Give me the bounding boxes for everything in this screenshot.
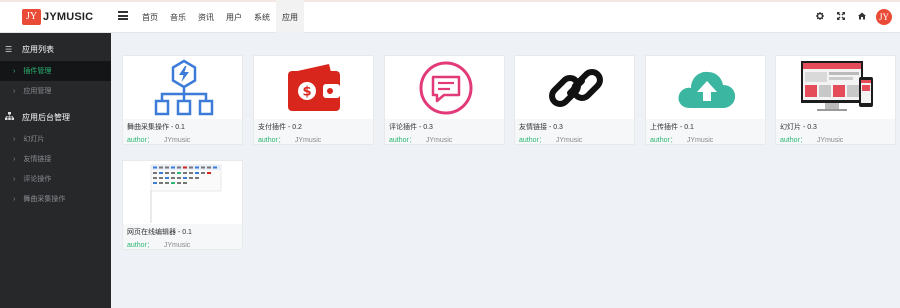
sidebar: ☰ 应用列表 › 插件管理 › 应用管理 应用后台管理 › 幻灯片 › 友情链接…: [0, 33, 111, 308]
nav-users[interactable]: 用户: [220, 0, 248, 33]
plugin-thumbnail: [123, 56, 242, 119]
plugin-thumbnail: [123, 161, 242, 224]
plugin-author: author： JYmusic: [650, 137, 714, 144]
plugin-title: 舞曲采集操作 - 0.1: [127, 124, 185, 131]
plugin-thumbnail: [776, 56, 895, 119]
sitemap-icon: [5, 112, 15, 122]
plugin-thumbnail: [646, 56, 765, 119]
chevron-right-icon: ›: [13, 175, 16, 183]
sidebar-item-label: 应用管理: [23, 88, 52, 95]
nav-system[interactable]: 系统: [248, 0, 276, 33]
plugin-author: author： JYmusic: [780, 137, 844, 144]
gear-icon[interactable]: [809, 12, 830, 22]
link-icon: [548, 68, 603, 107]
plugin-title: 上传插件 - 0.1: [650, 124, 694, 131]
sidebar-item-slideshow[interactable]: › 幻灯片: [0, 129, 111, 149]
plugin-card-friend-links[interactable]: 友情链接 - 0.3 author： JYmusic: [514, 55, 635, 145]
sidebar-group-app-list[interactable]: ☰ 应用列表: [0, 37, 111, 61]
plugin-title: 支付插件 - 0.2: [258, 124, 302, 131]
plugin-card-upload[interactable]: 上传插件 - 0.1 author： JYmusic: [645, 55, 766, 145]
logo-badge: JY: [22, 9, 41, 25]
plugin-author: author： JYmusic: [389, 137, 453, 144]
sidebar-item-label: 友情链接: [23, 156, 52, 163]
sitemap-lightning-icon: [154, 59, 213, 115]
plugin-info: 友情链接 - 0.3 author： JYmusic: [515, 119, 634, 144]
top-header: JY JYMUSIC 首页 音乐 资讯 用户 系统 应用 JY: [0, 0, 900, 33]
plugin-title: 网页在线编辑器 - 0.1: [127, 229, 192, 236]
list-icon: ☰: [5, 44, 13, 54]
sidebar-item-comments[interactable]: › 评论操作: [0, 169, 111, 189]
sidebar-item-label: 插件管理: [23, 68, 52, 75]
wallet-icon: $: [287, 63, 340, 111]
editor-preview-icon: [150, 164, 222, 223]
header-accent-line: [0, 0, 900, 2]
chevron-right-icon: ›: [13, 155, 16, 163]
plugin-card-dance-collect[interactable]: 舞曲采集操作 - 0.1 author： JYmusic: [122, 55, 243, 145]
chevron-right-icon: ›: [13, 135, 16, 143]
nav-music[interactable]: 音乐: [164, 0, 192, 33]
logo-text: JYMUSIC: [43, 11, 94, 23]
plugin-info: 上传插件 - 0.1 author： JYmusic: [646, 119, 765, 144]
nav-apps[interactable]: 应用: [276, 0, 304, 33]
plugin-author: author： JYmusic: [127, 242, 191, 249]
avatar[interactable]: JY: [876, 9, 892, 25]
plugin-info: 评论插件 - 0.3 author： JYmusic: [385, 119, 504, 144]
home-icon[interactable]: [851, 12, 872, 22]
plugin-info: 幻灯片 - 0.3 author： JYmusic: [776, 119, 895, 144]
plugin-card-payment[interactable]: $ 支付插件 - 0.2 author： JYmusic: [253, 55, 374, 145]
expand-icon[interactable]: [830, 12, 851, 22]
hamburger-menu-icon[interactable]: [118, 11, 128, 20]
plugin-card-comments[interactable]: 评论插件 - 0.3 author： JYmusic: [384, 55, 505, 145]
plugin-title: 友情链接 - 0.3: [519, 124, 563, 131]
plugin-author: author： JYmusic: [519, 137, 583, 144]
sidebar-item-label: 舞曲采集操作: [23, 196, 66, 203]
plugin-card-web-editor[interactable]: 网页在线编辑器 - 0.1 author： JYmusic: [122, 160, 243, 250]
nav-home[interactable]: 首页: [136, 0, 164, 33]
sidebar-item-label: 评论操作: [23, 176, 52, 183]
plugin-title: 评论插件 - 0.3: [389, 124, 433, 131]
cloud-upload-icon: [677, 71, 735, 108]
chevron-right-icon: ›: [13, 87, 16, 95]
plugin-author: author： JYmusic: [258, 137, 322, 144]
sidebar-item-app-manage[interactable]: › 应用管理: [0, 81, 111, 101]
plugin-info: 网页在线编辑器 - 0.1 author： JYmusic: [123, 224, 242, 249]
sidebar-item-dance-collect[interactable]: › 舞曲采集操作: [0, 189, 111, 209]
plugin-grid: 舞曲采集操作 - 0.1 author： JYmusic $ 支付插件 - 0.2…: [111, 33, 900, 308]
sidebar-item-friend-links[interactable]: › 友情链接: [0, 149, 111, 169]
plugin-card-slideshow[interactable]: 幻灯片 - 0.3 author： JYmusic: [775, 55, 896, 145]
sidebar-item-label: 幻灯片: [23, 136, 45, 143]
sidebar-group-label: 应用后台管理: [22, 112, 70, 122]
plugin-title: 幻灯片 - 0.3: [780, 124, 817, 131]
svg-text:$: $: [302, 84, 311, 99]
comment-icon: [419, 61, 472, 114]
plugin-thumbnail: [515, 56, 634, 119]
nav-news[interactable]: 资讯: [192, 0, 220, 33]
sidebar-group-app-backend[interactable]: 应用后台管理: [0, 105, 111, 129]
logo[interactable]: JY JYMUSIC: [22, 9, 93, 25]
plugin-author: author： JYmusic: [127, 137, 191, 144]
plugin-thumbnail: $: [254, 56, 373, 119]
chevron-right-icon: ›: [13, 67, 16, 75]
sidebar-group-label: 应用列表: [22, 44, 54, 54]
plugin-info: 舞曲采集操作 - 0.1 author： JYmusic: [123, 119, 242, 144]
sidebar-item-plugin-manage[interactable]: › 插件管理: [0, 61, 111, 81]
main-nav: 首页 音乐 资讯 用户 系统 应用: [136, 0, 304, 33]
slideshow-preview-icon: [800, 60, 873, 111]
chevron-right-icon: ›: [13, 195, 16, 203]
header-tools: JY: [809, 9, 892, 25]
plugin-thumbnail: [385, 56, 504, 119]
plugin-info: 支付插件 - 0.2 author： JYmusic: [254, 119, 373, 144]
